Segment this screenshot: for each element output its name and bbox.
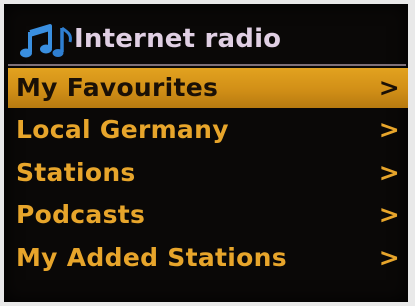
screen-title: Internet radio xyxy=(74,24,282,54)
menu-item-label: Podcasts xyxy=(16,200,146,229)
menu-item-my-favourites[interactable]: My Favourites > xyxy=(8,68,408,108)
menu-item-podcasts[interactable]: Podcasts > xyxy=(8,195,408,235)
chevron-right-icon: > xyxy=(378,200,400,229)
music-note-icon xyxy=(20,24,72,58)
menu-item-local-germany[interactable]: Local Germany > xyxy=(8,110,408,150)
menu-item-label: My Favourites xyxy=(16,73,219,102)
menu-item-label: My Added Stations xyxy=(16,243,287,272)
chevron-right-icon: > xyxy=(378,73,400,102)
menu-item-label: Local Germany xyxy=(16,115,229,144)
menu-item-label: Stations xyxy=(16,158,136,187)
menu-item-stations[interactable]: Stations > xyxy=(8,153,408,193)
menu-item-my-added-stations[interactable]: My Added Stations > xyxy=(8,238,408,278)
screen-header: Internet radio xyxy=(4,14,408,64)
chevron-right-icon: > xyxy=(378,115,400,144)
header-divider xyxy=(8,64,406,66)
chevron-right-icon: > xyxy=(378,158,400,187)
radio-display: Internet radio My Favourites > Local Ger… xyxy=(4,4,408,302)
chevron-right-icon: > xyxy=(378,243,400,272)
